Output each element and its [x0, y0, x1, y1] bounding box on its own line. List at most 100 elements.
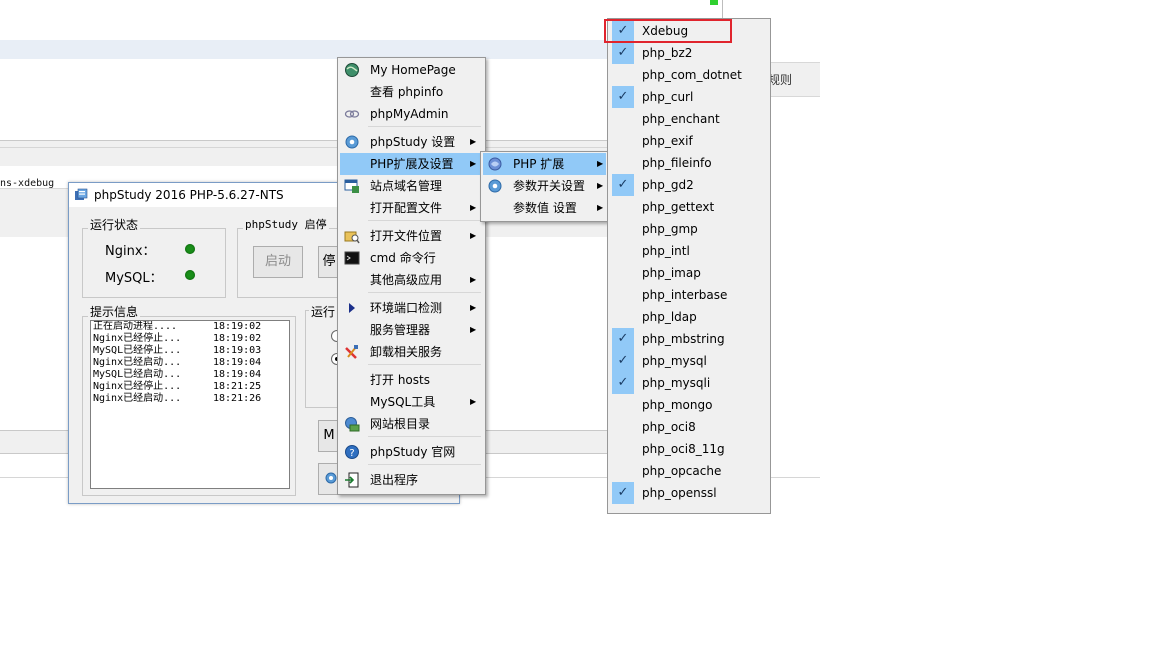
extension-item[interactable]: php_intl: [610, 240, 766, 262]
background-tab-label: 规则: [768, 73, 793, 87]
log-time: 18:19:02: [213, 321, 262, 332]
log-time: 18:21:25: [213, 381, 262, 392]
menu-item[interactable]: ? phpStudy 官网: [340, 441, 483, 463]
extension-item-label: php_oci8: [642, 420, 696, 434]
extension-item[interactable]: ✓ php_mbstring: [610, 328, 766, 350]
extension-item-label: php_openssl: [642, 486, 717, 500]
menu-item[interactable]: 其他高级应用 ▶: [340, 269, 483, 291]
menu-item-label: 退出程序: [370, 473, 419, 487]
extension-item-label: php_exif: [642, 134, 693, 148]
menu-item[interactable]: 服务管理器 ▶: [340, 319, 483, 341]
exit-icon: [344, 472, 360, 488]
mysql-manager-button[interactable]: M: [318, 420, 339, 452]
help-icon: ?: [344, 444, 360, 460]
menu-item[interactable]: 打开配置文件 ▶: [340, 197, 483, 219]
extension-item-partial[interactable]: [610, 504, 766, 513]
log-entry: MySQL已经启动... 18:19:04: [91, 369, 289, 381]
menu-item[interactable]: 打开文件位置 ▶: [340, 225, 483, 247]
submenu-arrow-icon: ▶: [597, 181, 604, 190]
extension-item-label: php_intl: [642, 244, 690, 258]
extension-item-label: php_gd2: [642, 178, 694, 192]
stop-button[interactable]: 停: [318, 246, 339, 278]
menu-item[interactable]: 站点域名管理: [340, 175, 483, 197]
extension-item[interactable]: ✓ php_openssl: [610, 482, 766, 504]
submenu-arrow-icon: ▶: [470, 303, 477, 312]
submenu-item-label: 参数值 设置: [513, 201, 577, 215]
extension-item[interactable]: php_com_dotnet: [610, 64, 766, 86]
start-button[interactable]: 启动: [253, 246, 303, 278]
menu-item[interactable]: 退出程序: [340, 469, 483, 491]
menu-item-label: phpStudy 设置: [370, 135, 456, 149]
menu-separator: [368, 436, 481, 437]
submenu-item[interactable]: PHP 扩展 ▶: [483, 153, 606, 175]
submenu-item-label: 参数开关设置: [513, 179, 586, 193]
menu-item[interactable]: 环境端口检测 ▶: [340, 297, 483, 319]
submenu-item[interactable]: 参数值 设置 ▶: [483, 197, 606, 219]
menu-item[interactable]: cmd 命令行: [340, 247, 483, 269]
folder-search-icon: [344, 228, 360, 244]
menu-separator: [368, 292, 481, 293]
extension-item[interactable]: ✓ php_mysqli: [610, 372, 766, 394]
extension-item[interactable]: php_opcache: [610, 460, 766, 482]
extension-item[interactable]: php_ldap: [610, 306, 766, 328]
menu-item[interactable]: 卸载相关服务: [340, 341, 483, 363]
log-time: 18:19:04: [213, 369, 262, 380]
extension-item-label: php_ldap: [642, 310, 697, 324]
log-message: Nginx已经停止...: [93, 333, 182, 344]
extension-item[interactable]: php_enchant: [610, 108, 766, 130]
menu-item[interactable]: 查看 phpinfo: [340, 81, 483, 103]
mode-group-label: 运行: [309, 303, 338, 320]
menu-item-label: 其他高级应用: [370, 273, 443, 287]
extension-item-label: php_mbstring: [642, 332, 725, 346]
extension-item[interactable]: php_interbase: [610, 284, 766, 306]
status-group: [82, 228, 226, 298]
menu-item-label: phpStudy 官网: [370, 445, 456, 459]
menu-item[interactable]: phpStudy 设置 ▶: [340, 131, 483, 153]
menu-item[interactable]: 网站根目录: [340, 413, 483, 435]
settings-button[interactable]: [318, 463, 339, 495]
menu-item-label: MySQL工具: [370, 395, 436, 409]
submenu-arrow-icon: ▶: [597, 159, 604, 168]
log-group-label: 提示信息: [88, 303, 141, 320]
extension-item[interactable]: php_fileinfo: [610, 152, 766, 174]
menu-item[interactable]: phpMyAdmin: [340, 103, 483, 125]
extension-item[interactable]: ✓ php_bz2: [610, 42, 766, 64]
menu-separator: [368, 220, 481, 221]
extension-item-label: php_interbase: [642, 288, 728, 302]
menu-item[interactable]: My HomePage: [340, 59, 483, 81]
status-group-label: 运行状态: [88, 216, 141, 233]
extension-item[interactable]: ✓ php_curl: [610, 86, 766, 108]
menu-item-label: 环境端口检测: [370, 301, 443, 315]
log-time: 18:19:02: [213, 333, 262, 344]
menu-item[interactable]: MySQL工具 ▶: [340, 391, 483, 413]
checkmark-icon: ✓: [612, 350, 634, 372]
log-textarea[interactable]: 正在启动进程.... 18:19:02 Nginx已经停止... 18:19:02 My…: [90, 320, 290, 489]
extension-item[interactable]: php_oci8: [610, 416, 766, 438]
background-divider: [722, 0, 723, 18]
log-time: 18:19:04: [213, 357, 262, 368]
svg-text:?: ?: [349, 448, 354, 459]
background-address-strip: [0, 40, 607, 59]
log-message: Nginx已经启动...: [93, 357, 182, 368]
menu-item-label: 站点域名管理: [370, 179, 443, 193]
extension-item[interactable]: php_exif: [610, 130, 766, 152]
extension-item[interactable]: ✓ php_mysql: [610, 350, 766, 372]
gear-icon: [344, 134, 360, 150]
extension-item[interactable]: php_oci8_11g: [610, 438, 766, 460]
log-entry: Nginx已经启动... 18:21:26: [91, 393, 289, 405]
extension-item[interactable]: php_imap: [610, 262, 766, 284]
submenu-arrow-icon: ▶: [470, 275, 477, 284]
extension-item[interactable]: ✓ php_gd2: [610, 174, 766, 196]
extension-item[interactable]: php_mongo: [610, 394, 766, 416]
menu-item[interactable]: 打开 hosts: [340, 369, 483, 391]
extension-item[interactable]: php_gettext: [610, 196, 766, 218]
extension-item[interactable]: php_gmp: [610, 218, 766, 240]
web-root-icon: [344, 416, 360, 432]
background-divider: [0, 147, 607, 148]
submenu-arrow-icon: ▶: [470, 325, 477, 334]
submenu-item[interactable]: 参数开关设置 ▶: [483, 175, 606, 197]
mysql-status-indicator: [185, 270, 195, 280]
menu-item[interactable]: PHP扩展及设置 ▶: [340, 153, 483, 175]
nginx-status-indicator: [185, 244, 195, 254]
menu-separator: [368, 126, 481, 127]
